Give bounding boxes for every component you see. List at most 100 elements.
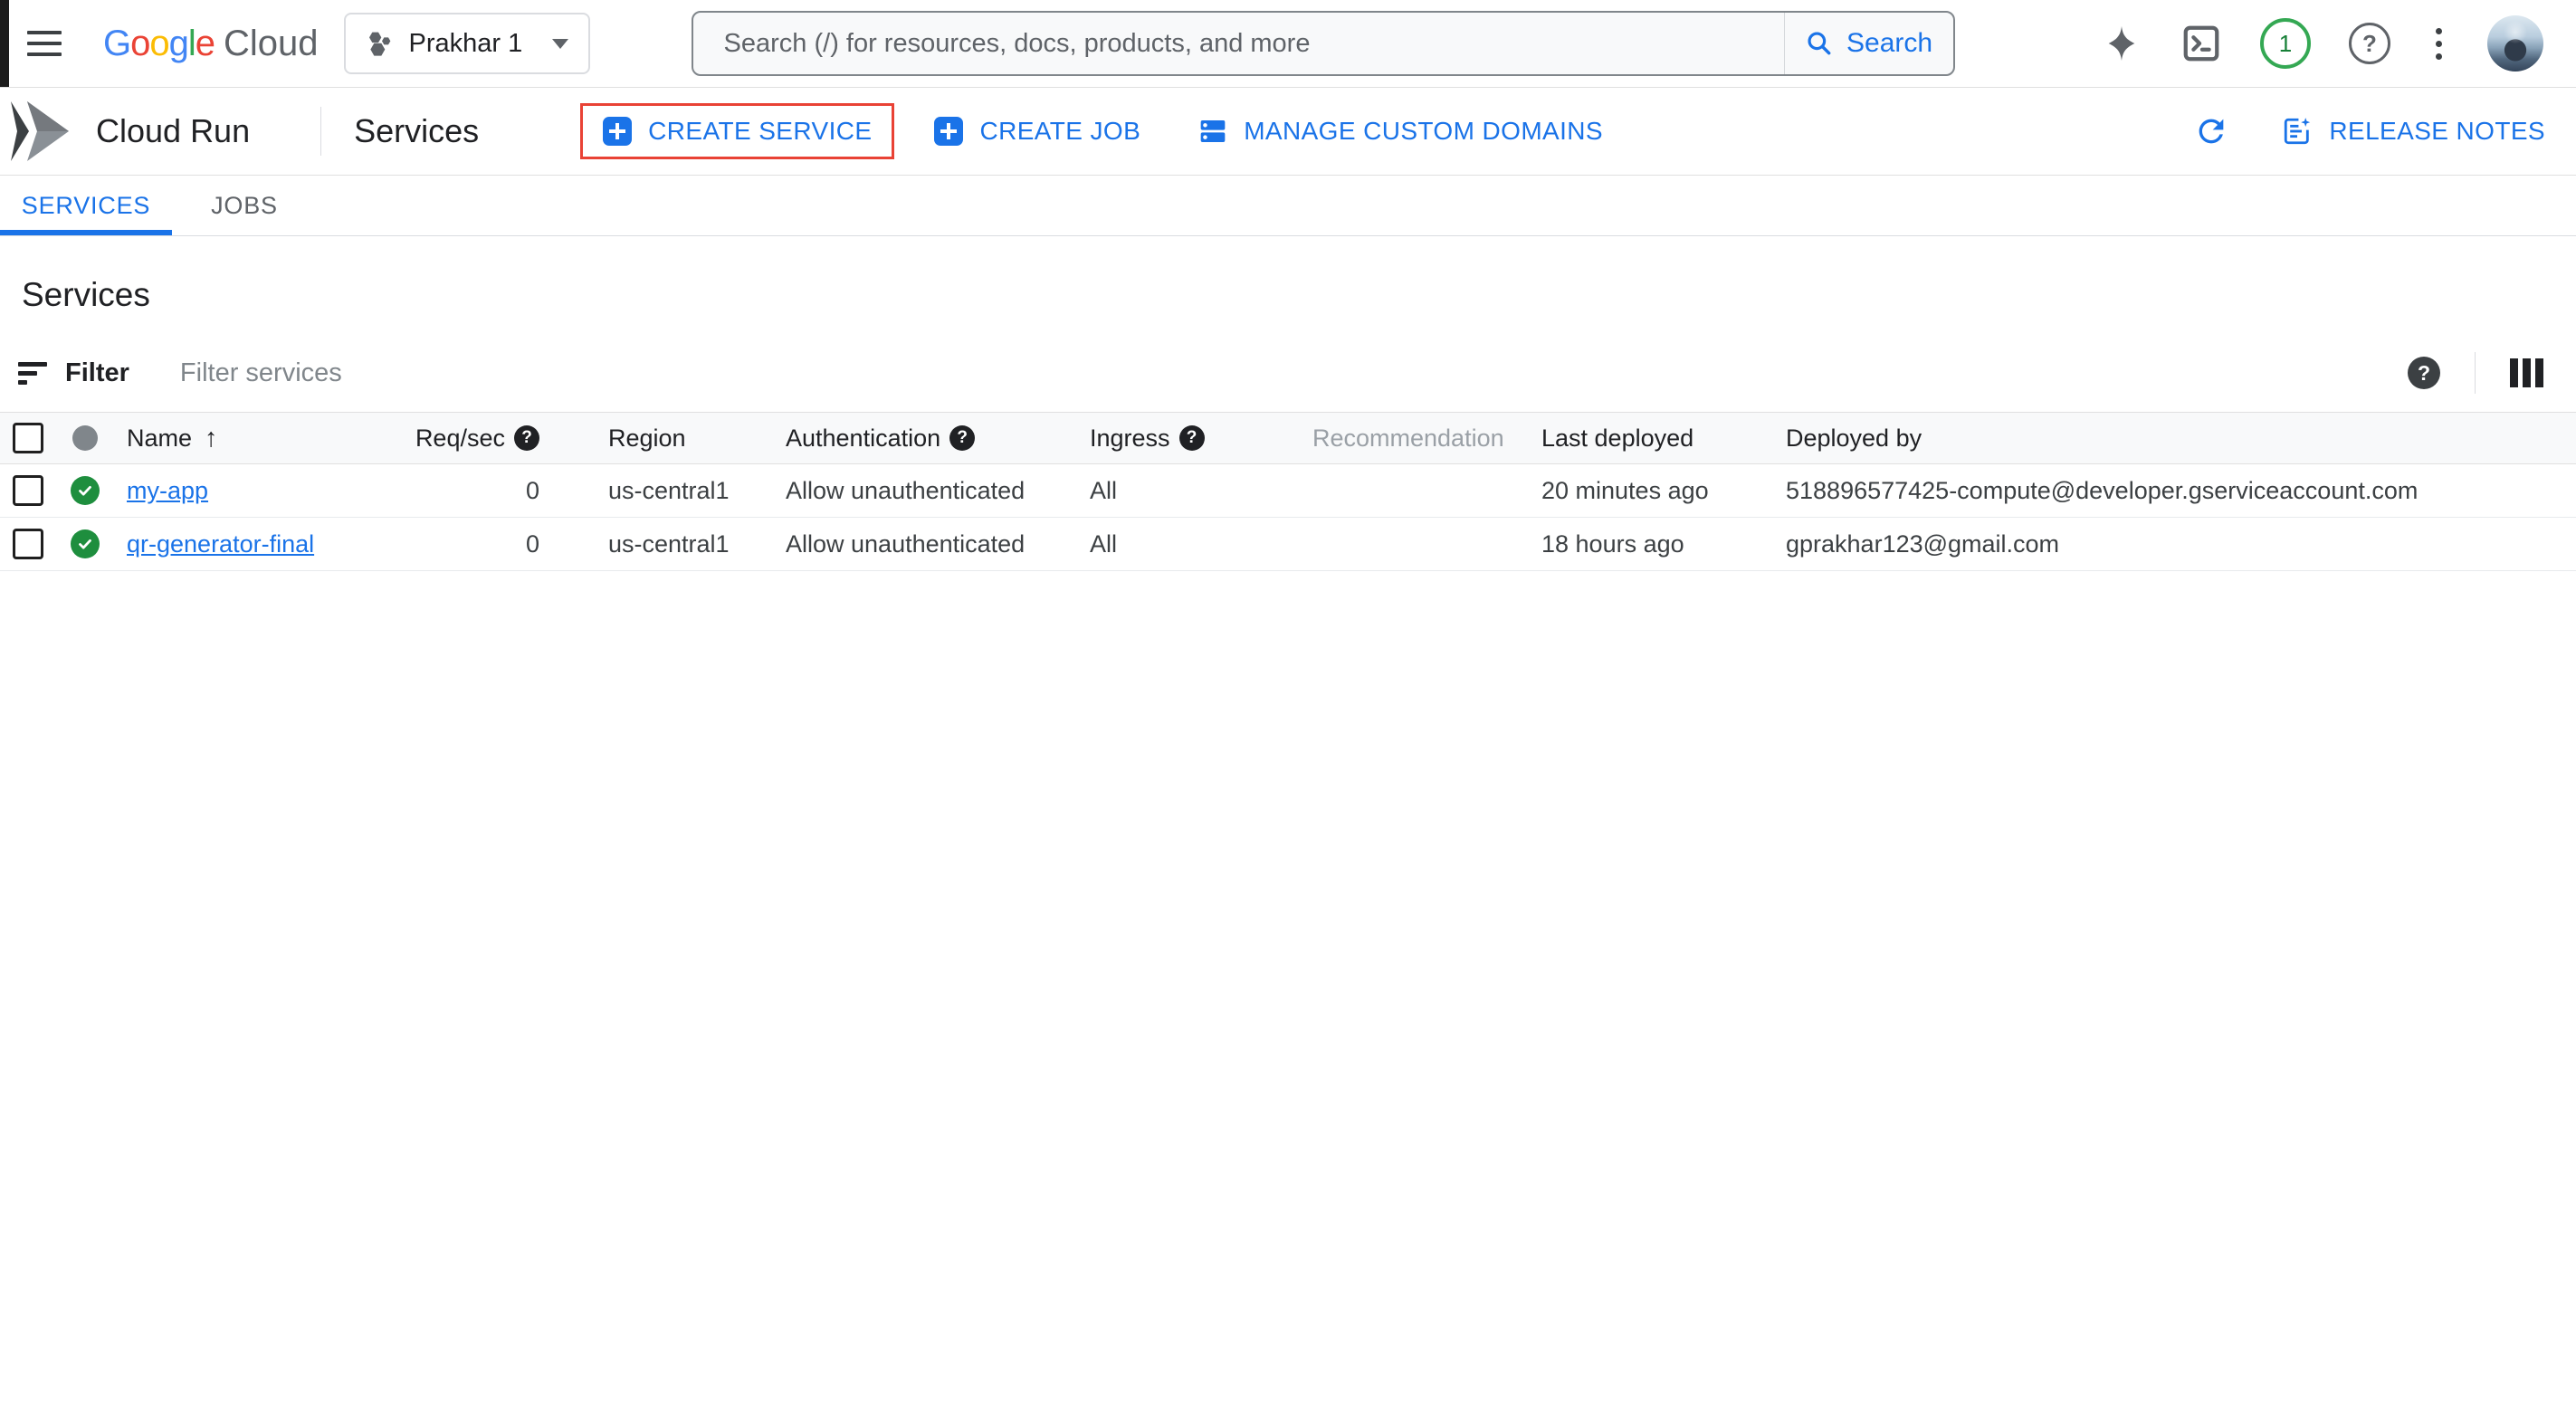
cell-deployed-by: 518896577425-compute@developer.gservicea…: [1786, 477, 2576, 505]
top-bar: G o o g l e Cloud Prakhar 1: [0, 0, 2576, 88]
table-help-icon[interactable]: [2408, 357, 2440, 389]
filter-icon: [18, 362, 47, 385]
plus-icon: [603, 117, 632, 146]
logo-letter: G: [103, 24, 130, 64]
dns-icon: [1198, 117, 1227, 146]
user-avatar[interactable]: [2487, 15, 2543, 72]
menu-icon[interactable]: [27, 31, 62, 56]
column-header-ingress[interactable]: Ingress: [1082, 424, 1312, 453]
main-content: Services Filter Name Req/sec: [0, 276, 2576, 571]
row-checkbox[interactable]: [13, 475, 43, 506]
column-header-req-sec[interactable]: Req/sec: [389, 424, 539, 453]
row-checkbox[interactable]: [13, 529, 43, 559]
logo-letter: l: [188, 24, 196, 64]
column-header-recommendation: Recommendation: [1312, 424, 1541, 453]
filter-bar: Filter: [0, 345, 2576, 401]
logo-letter: o: [149, 24, 168, 64]
cell-ingress: All: [1082, 477, 1312, 505]
create-service-button[interactable]: CREATE SERVICE: [603, 117, 872, 146]
page-title: Services: [22, 276, 2576, 314]
global-search: Search: [692, 11, 1955, 76]
help-icon[interactable]: [949, 425, 975, 451]
refresh-icon: [2193, 113, 2229, 149]
logo-cloud-text: Cloud: [224, 24, 319, 64]
active-tab-indicator: [0, 230, 172, 235]
column-header-region[interactable]: Region: [539, 424, 783, 453]
google-cloud-logo[interactable]: G o o g l e Cloud: [103, 24, 319, 64]
tab-services-label: SERVICES: [22, 192, 150, 220]
column-display-icon[interactable]: [2510, 358, 2543, 387]
release-notes-button[interactable]: RELEASE NOTES: [2282, 116, 2545, 147]
project-selector[interactable]: Prakhar 1: [344, 13, 590, 74]
help-icon[interactable]: [1179, 425, 1205, 451]
cell-last-deployed: 18 hours ago: [1541, 530, 1786, 558]
search-input[interactable]: [693, 13, 1784, 74]
cell-req-sec: 0: [389, 530, 539, 558]
column-label: Ingress: [1090, 424, 1170, 453]
column-label: Region: [608, 424, 686, 453]
table-row: my-app 0 us-central1 Allow unauthenticat…: [0, 464, 2576, 518]
cell-authentication: Allow unauthenticated: [783, 530, 1082, 558]
plus-icon: [934, 117, 963, 146]
select-all-checkbox[interactable]: [13, 423, 43, 453]
column-header-authentication[interactable]: Authentication: [783, 424, 1082, 453]
notifications-button[interactable]: 1: [2260, 18, 2311, 69]
status-ok-icon: [71, 529, 100, 558]
refresh-button[interactable]: [2193, 113, 2229, 149]
column-label: Req/sec: [415, 424, 505, 453]
column-label: Deployed by: [1786, 424, 1922, 453]
divider: [320, 107, 321, 156]
logo-letter: g: [169, 24, 188, 64]
cell-req-sec: 0: [389, 477, 539, 505]
help-icon[interactable]: [514, 425, 539, 451]
corner-gradient: [0, 896, 489, 1421]
column-header-last-deployed[interactable]: Last deployed: [1541, 424, 1786, 453]
cell-last-deployed: 20 minutes ago: [1541, 477, 1786, 505]
tab-bar: SERVICES JOBS: [0, 176, 2576, 236]
cloud-run-logo: [9, 100, 72, 162]
status-ok-icon: [71, 476, 100, 505]
cloud-console-app: G o o g l e Cloud Prakhar 1: [0, 0, 2576, 1421]
page-name: Services: [354, 112, 479, 150]
window-edge: [0, 0, 9, 87]
create-job-button[interactable]: CREATE JOB: [934, 117, 1140, 146]
help-icon[interactable]: [2349, 23, 2390, 64]
create-service-label: CREATE SERVICE: [648, 117, 872, 146]
filter-input[interactable]: [178, 358, 997, 389]
service-link[interactable]: qr-generator-final: [127, 530, 314, 558]
header-right-actions: RELEASE NOTES: [2193, 88, 2545, 175]
product-header: Cloud Run Services CREATE SERVICE CREATE…: [0, 88, 2576, 176]
cloud-shell-icon[interactable]: [2180, 23, 2222, 64]
divider: [2475, 352, 2476, 394]
logo-letter: e: [196, 24, 215, 64]
services-table: Name Req/sec Region Authentication Ingre…: [0, 412, 2576, 571]
filter-label: Filter: [65, 358, 129, 388]
kebab-menu-icon[interactable]: [2428, 28, 2449, 60]
table-header-row: Name Req/sec Region Authentication Ingre…: [0, 412, 2576, 464]
manage-custom-domains-button[interactable]: MANAGE CUSTOM DOMAINS: [1198, 117, 1603, 146]
cell-ingress: All: [1082, 530, 1312, 558]
column-label: Last deployed: [1541, 424, 1693, 453]
release-notes-label: RELEASE NOTES: [2329, 117, 2545, 146]
column-header-name[interactable]: Name: [118, 424, 389, 453]
search-button[interactable]: Search: [1785, 13, 1953, 74]
product-title: Cloud Run: [96, 112, 250, 150]
project-name: Prakhar 1: [409, 29, 523, 59]
tab-jobs-label: JOBS: [211, 192, 278, 220]
column-header-deployed-by[interactable]: Deployed by: [1786, 424, 2576, 453]
project-hexagons-icon: [366, 29, 395, 58]
tab-services[interactable]: SERVICES: [0, 176, 172, 235]
service-link[interactable]: my-app: [127, 477, 208, 505]
table-row: qr-generator-final 0 us-central1 Allow u…: [0, 518, 2576, 571]
cell-region: us-central1: [539, 530, 783, 558]
manage-custom-domains-label: MANAGE CUSTOM DOMAINS: [1244, 117, 1603, 146]
cell-deployed-by: gprakhar123@gmail.com: [1786, 530, 2576, 558]
search-button-label: Search: [1846, 28, 1932, 59]
cell-authentication: Allow unauthenticated: [783, 477, 1082, 505]
tab-jobs[interactable]: JOBS: [172, 176, 317, 235]
gemini-sparkle-icon[interactable]: [2101, 23, 2142, 64]
sort-ascending-icon: [205, 424, 218, 453]
cell-region: us-central1: [539, 477, 783, 505]
create-job-label: CREATE JOB: [979, 117, 1140, 146]
release-notes-icon: [2282, 116, 2313, 147]
